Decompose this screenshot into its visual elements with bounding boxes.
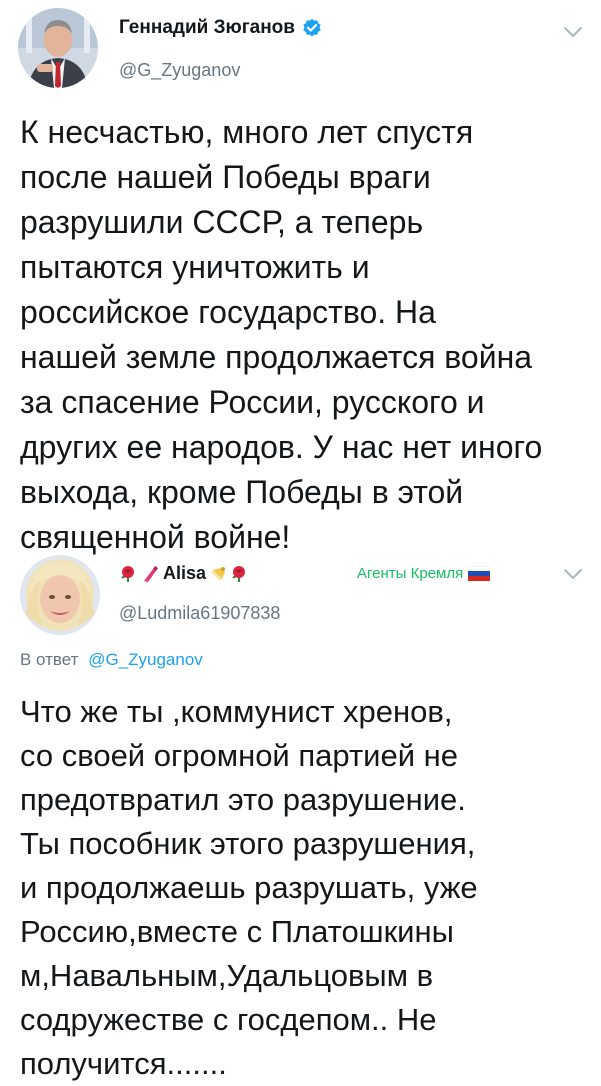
nail-polish-icon: [209, 565, 227, 583]
avatar[interactable]: [20, 555, 100, 635]
author-handle[interactable]: @G_Zyuganov: [119, 60, 240, 81]
reply-to-link[interactable]: @G_Zyuganov: [88, 650, 203, 669]
reply-prefix: В ответ: [20, 650, 79, 669]
rose-icon: [230, 565, 248, 583]
author-display-name[interactable]: Alisa: [163, 563, 206, 584]
tweet-text: Что же ты ,коммунист хренов, со своей ог…: [20, 694, 478, 1081]
author-handle[interactable]: @Ludmila61907838: [119, 603, 280, 624]
russia-flag-icon: [467, 565, 491, 581]
author-display-name[interactable]: Геннадий Зюганов: [119, 17, 295, 39]
avatar-man-icon: [18, 8, 98, 88]
tweet-card[interactable]: Геннадий Зюганов @G_Zyuganov К несчастью…: [0, 0, 601, 555]
avatar[interactable]: [18, 8, 98, 88]
reply-context: В ответ @G_Zyuganov: [20, 650, 203, 670]
agents-label-text: Агенты Кремля: [357, 565, 464, 582]
rose-icon: [119, 565, 137, 583]
lipstick-icon: [141, 565, 159, 583]
verified-badge-icon: [302, 18, 322, 38]
agents-label[interactable]: Агенты Кремля: [357, 565, 491, 582]
author-name-row[interactable]: Геннадий Зюганов: [119, 17, 322, 39]
chevron-down-icon[interactable]: [562, 566, 584, 582]
chevron-down-icon[interactable]: [562, 24, 584, 40]
tweet-text: К несчастью, много лет спустя после наше…: [20, 114, 543, 555]
avatar-woman-icon: [20, 555, 100, 635]
author-name-row[interactable]: Alisa: [119, 563, 248, 584]
